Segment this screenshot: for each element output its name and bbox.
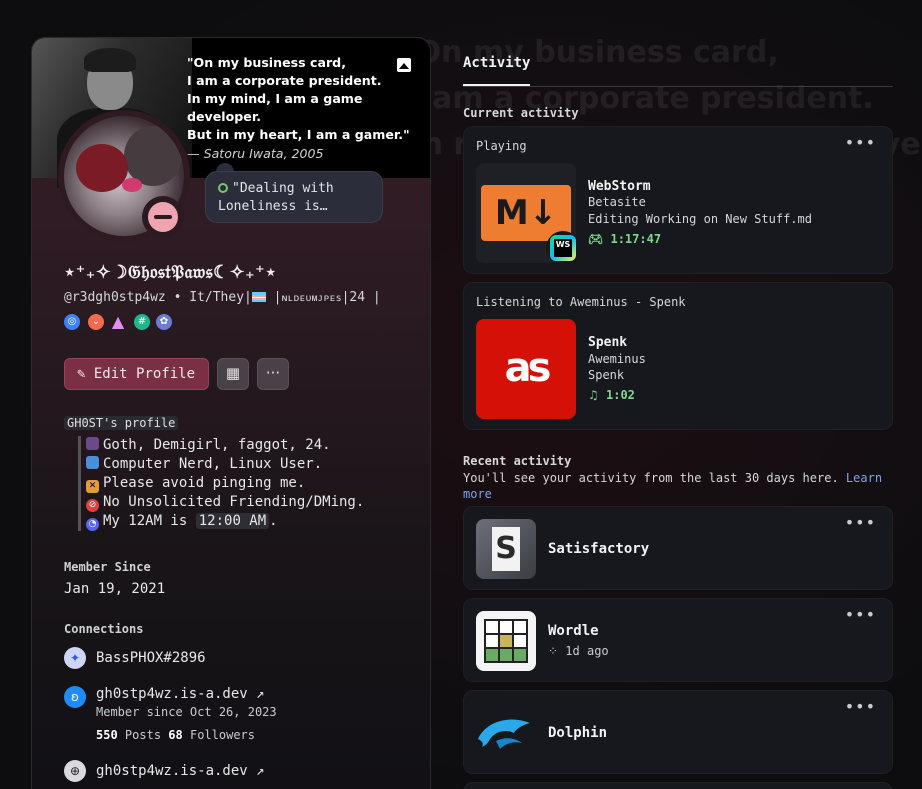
bluesky-icon: ʚ bbox=[64, 686, 86, 708]
lastfm-icon: as bbox=[476, 319, 576, 419]
music-note-icon: ♫ bbox=[588, 388, 599, 402]
connection-domain[interactable]: gh0stp4wz.is-a.dev ↗ bbox=[96, 763, 265, 779]
more-options-icon[interactable]: ••• bbox=[845, 605, 876, 624]
more-options-icon[interactable]: ••• bbox=[845, 133, 876, 152]
connection-battlenet[interactable]: BassPHOX#2896 bbox=[96, 650, 206, 666]
custom-status-bubble[interactable]: "Dealing with Loneliness is… bbox=[205, 171, 383, 223]
recent-time: ⁘ 1d ago bbox=[548, 644, 609, 658]
trans-flag-icon bbox=[251, 292, 266, 302]
dnd-status-icon bbox=[142, 196, 184, 238]
quest-badge-icon[interactable]: ✿ bbox=[156, 314, 172, 330]
dolphin-icon bbox=[476, 703, 536, 763]
playing-title: WebStorm bbox=[588, 179, 651, 194]
username: @r3dgh0stp4wz bbox=[64, 290, 166, 305]
profile-card: "On my business card, I am a corporate p… bbox=[31, 37, 431, 789]
satisfactory-icon: S bbox=[476, 519, 536, 579]
more-options-icon[interactable]: ••• bbox=[845, 513, 876, 532]
playing-details: Betasite bbox=[588, 195, 646, 209]
current-activity-label: Current activity bbox=[463, 106, 579, 120]
recent-item-next[interactable] bbox=[463, 782, 893, 789]
controller-icon: 🎮︎ bbox=[588, 232, 604, 246]
playing-state: Editing Working on New Stuff.md bbox=[588, 212, 812, 226]
track-title: Spenk bbox=[588, 335, 628, 350]
bio-line: ⊘ No Unsolicited Friending/DMing. bbox=[86, 493, 364, 512]
listening-header: Listening to Aweminus - Spenk bbox=[476, 295, 686, 309]
recent-activity-label: Recent activity bbox=[463, 454, 572, 468]
prohibited-icon: ⊘ bbox=[86, 499, 99, 512]
bio-line: ✕ Please avoid pinging me. bbox=[86, 474, 364, 493]
tab-activity[interactable]: Activity bbox=[463, 55, 530, 71]
listening-card[interactable]: Listening to Aweminus - Spenk as Spenk A… bbox=[463, 282, 893, 430]
banner-quote: "On my business card, I am a corporate p… bbox=[187, 54, 430, 163]
bio-title: GH0ST's profile bbox=[64, 416, 179, 430]
webstorm-icon: WS bbox=[550, 235, 576, 261]
recent-item-satisfactory[interactable]: ••• S Satisfactory bbox=[463, 506, 893, 590]
recent-activity-text: You'll see your activity from the last 3… bbox=[463, 471, 883, 501]
markdown-art: M↓ WS bbox=[476, 163, 580, 265]
computer-icon bbox=[86, 456, 99, 469]
more-button[interactable]: ··· bbox=[257, 358, 289, 390]
shop-button[interactable]: ▦ bbox=[217, 358, 249, 390]
connection-member-since: Member since Oct 26, 2023 bbox=[96, 705, 277, 719]
bio-line: ◔ My 12AM is 12:00 AM. bbox=[86, 512, 364, 531]
wordle-icon bbox=[476, 611, 536, 671]
track-artist: Aweminus bbox=[588, 352, 646, 366]
boost-badge-icon[interactable]: ⌄ bbox=[88, 314, 104, 330]
recent-item-dolphin[interactable]: ••• Dolphin bbox=[463, 690, 893, 774]
hashtag-badge-icon[interactable]: # bbox=[134, 314, 150, 330]
pencil-icon: ✎ bbox=[77, 366, 86, 382]
globe-icon: ⊕ bbox=[64, 760, 86, 782]
activity-icon: ⁘ bbox=[548, 644, 559, 658]
track-elapsed: ♫ 1:02 bbox=[588, 388, 635, 402]
playing-card[interactable]: Playing ••• M↓ WS WebStorm Betasite Edit… bbox=[463, 126, 893, 274]
playing-header: Playing bbox=[476, 139, 527, 153]
status-ring-icon bbox=[218, 183, 228, 193]
playing-elapsed: 🎮︎ 1:17:47 bbox=[588, 232, 662, 246]
member-since-label: Member Since bbox=[64, 560, 151, 574]
nitro-badge-icon[interactable]: ◎ bbox=[64, 314, 80, 330]
bio-line: Computer Nerd, Linux User. bbox=[86, 455, 364, 474]
handle-line: @r3dgh0stp4wz • It/They| |ɴʟᴅᴇᴜᴍᴊᴘᴇs|24 … bbox=[64, 290, 381, 305]
connection-stats: 550 Posts 68 Followers bbox=[96, 728, 255, 742]
member-since-value: Jan 19, 2021 bbox=[64, 581, 166, 597]
bio-line: Goth, Demigirl, faggot, 24. bbox=[86, 436, 364, 455]
no-bell-icon: ✕ bbox=[86, 480, 99, 493]
pronouns: It/They bbox=[189, 290, 245, 305]
more-icon: ··· bbox=[265, 364, 281, 382]
display-name: ⋆⁺₊✧☽𝔊𝔥𝔬𝔰𝔱𝔓𝔞𝔴𝔰☾✧₊⁺⋆ bbox=[64, 262, 277, 283]
recent-item-wordle[interactable]: ••• Wordle ⁘ 1d ago bbox=[463, 598, 893, 682]
battlenet-icon: ✦ bbox=[64, 647, 86, 669]
connections-label: Connections bbox=[64, 622, 144, 636]
banner-attribution: — Satoru Iwata, 2005 bbox=[187, 146, 324, 161]
more-options-icon[interactable]: ••• bbox=[845, 697, 876, 716]
hypesquad-badge-icon[interactable]: ▲ bbox=[110, 314, 126, 330]
clock-icon: ◔ bbox=[86, 518, 99, 531]
track-album: Spenk bbox=[588, 368, 625, 382]
edit-profile-button[interactable]: ✎ Edit Profile bbox=[64, 358, 209, 390]
image-icon[interactable] bbox=[397, 58, 411, 72]
person-icon bbox=[86, 437, 99, 450]
shop-icon: ▦ bbox=[225, 364, 241, 382]
bio-list: Goth, Demigirl, faggot, 24. Computer Ner… bbox=[78, 436, 364, 531]
connection-bluesky[interactable]: gh0stp4wz.is-a.dev ↗ bbox=[96, 686, 265, 702]
